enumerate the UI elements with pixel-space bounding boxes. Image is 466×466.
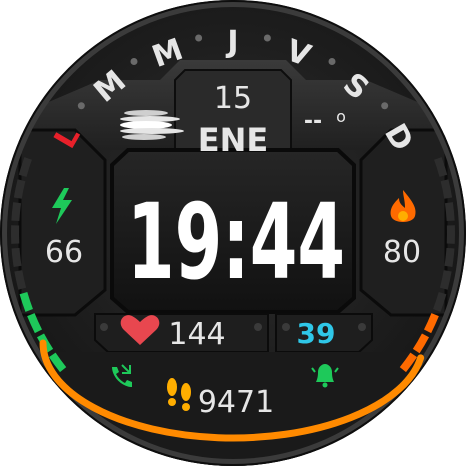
level-segment bbox=[11, 202, 22, 222]
date-month: ENE bbox=[198, 121, 269, 159]
battery-value: 66 bbox=[45, 235, 83, 270]
right-side-panel bbox=[359, 128, 448, 317]
level-segment bbox=[11, 247, 22, 267]
left-side-panel bbox=[18, 128, 107, 317]
level-segment bbox=[444, 202, 455, 222]
weather-temp: -- bbox=[304, 109, 322, 134]
level-segment bbox=[18, 157, 32, 177]
time-display: 19:44 bbox=[127, 181, 345, 303]
screw-icon bbox=[282, 323, 290, 331]
date-day: 15 bbox=[214, 81, 252, 116]
level-segment bbox=[439, 270, 452, 290]
weather-temp-unit: o bbox=[336, 107, 346, 126]
weekday-letter: J bbox=[225, 25, 238, 60]
weekday-separator-dot bbox=[263, 34, 271, 42]
level-segment bbox=[19, 291, 33, 312]
screw-icon bbox=[254, 323, 262, 331]
level-segment bbox=[14, 270, 27, 290]
level-segment bbox=[433, 291, 447, 312]
level-segment bbox=[440, 179, 453, 199]
weekday-separator-dot bbox=[381, 102, 389, 110]
watch-face: LMMJVSD 15 ENE -- o 19:44 66 80 144 39 bbox=[0, 0, 466, 466]
level-segment bbox=[434, 157, 448, 177]
level-segment bbox=[13, 179, 26, 199]
screw-icon bbox=[100, 323, 108, 331]
calories-value: 80 bbox=[383, 235, 421, 270]
weekday-separator-dot bbox=[195, 34, 203, 42]
screw-icon bbox=[358, 323, 366, 331]
weekday-separator-dot bbox=[328, 58, 336, 66]
heart-rate-value: 144 bbox=[168, 317, 225, 352]
weekday-separator-dot bbox=[77, 102, 85, 110]
steps-value: 9471 bbox=[198, 385, 274, 420]
level-segment bbox=[444, 247, 455, 267]
weekday-separator-dot bbox=[130, 58, 138, 66]
pai-value: 39 bbox=[297, 317, 336, 350]
